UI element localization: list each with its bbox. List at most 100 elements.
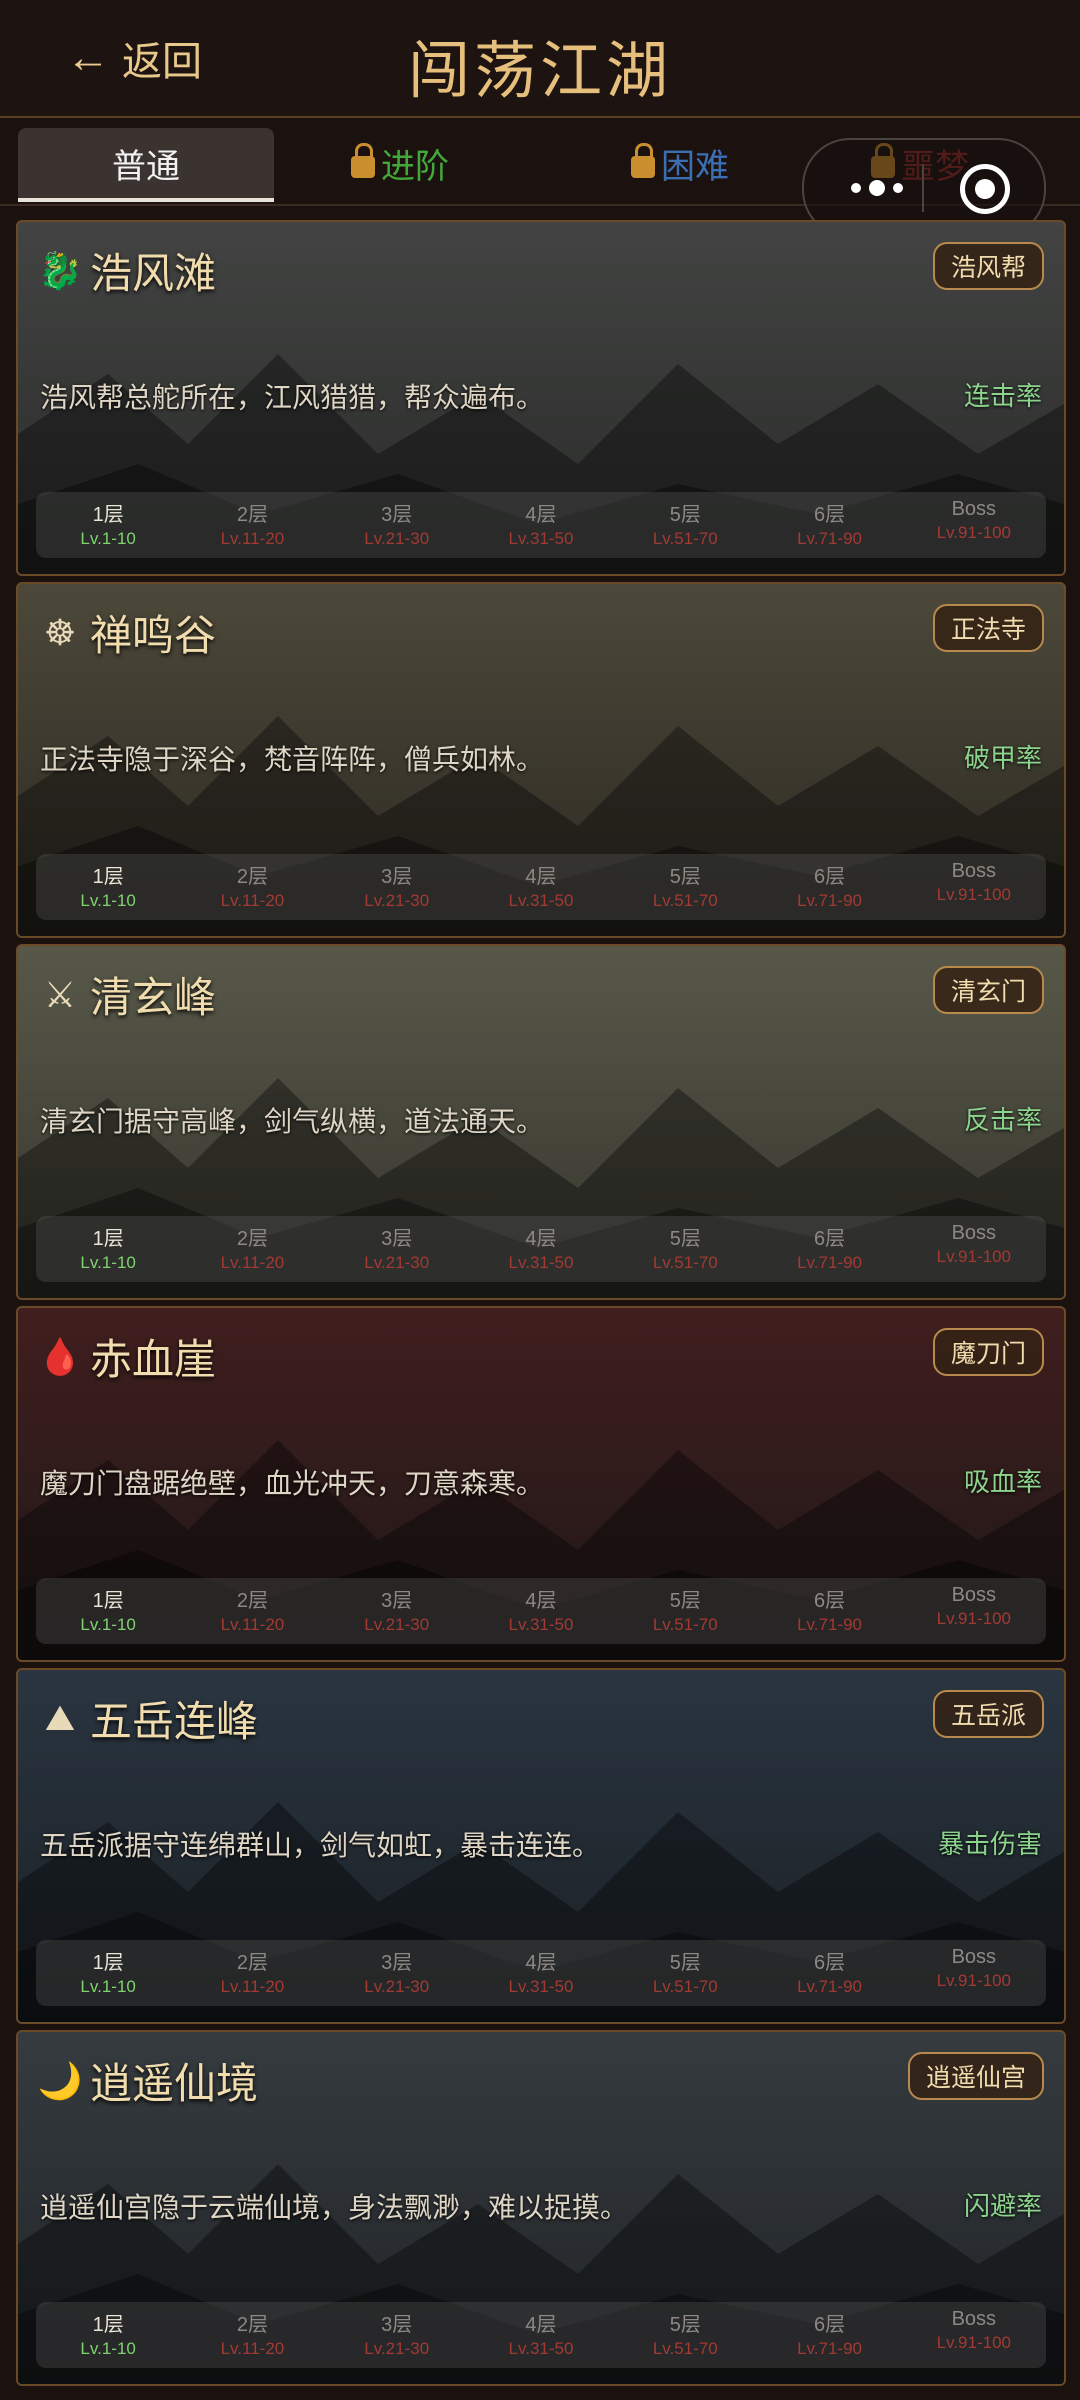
level-button[interactable]: 6层 Lv.71-90 bbox=[757, 1216, 901, 1282]
level-name: 2层 bbox=[236, 1228, 268, 1250]
level-button[interactable]: 5层 Lv.51-70 bbox=[613, 854, 757, 920]
level-name: 3层 bbox=[381, 504, 413, 526]
level-range: Lv.51-70 bbox=[652, 1253, 718, 1272]
level-button[interactable]: 2层 Lv.11-20 bbox=[180, 854, 324, 920]
level-name: 3层 bbox=[381, 2314, 413, 2336]
level-button[interactable]: Boss Lv.91-100 bbox=[902, 1940, 1046, 2006]
level-button[interactable]: 1层 Lv.1-10 bbox=[36, 854, 180, 920]
level-name: 2层 bbox=[236, 1952, 268, 1974]
level-button[interactable]: 5层 Lv.51-70 bbox=[613, 2302, 757, 2368]
level-selector: 1层 Lv.1-10 2层 Lv.11-20 3层 Lv.21-30 4层 Lv.31-50 5… bbox=[36, 1578, 1046, 1644]
level-button[interactable]: 5层 Lv.51-70 bbox=[613, 1578, 757, 1644]
level-button[interactable]: 1层 Lv.1-10 bbox=[36, 1216, 180, 1282]
region-card[interactable]: ⛰ 五岳连峰 五岳派 五岳派据守连绵群山，剑气如虹，暴击连连。 暴击伤害 1层 Lv.1-1… bbox=[16, 1668, 1066, 2024]
lock-icon bbox=[351, 143, 375, 178]
level-range: Lv.21-30 bbox=[364, 1253, 430, 1272]
region-heading: ⛰ 五岳连峰 bbox=[38, 1688, 258, 1749]
region-card[interactable]: ☸ 禅鸣谷 正法寺 正法寺隐于深谷，梵音阵阵，僧兵如林。 破甲率 1层 Lv.1-10 2层 L… bbox=[16, 582, 1066, 938]
region-description: 魔刀门盘踞绝壁，血光冲天，刀意森寒。 bbox=[40, 1468, 545, 1499]
level-button[interactable]: Boss Lv.91-100 bbox=[902, 1578, 1046, 1644]
level-button[interactable]: 4层 Lv.31-50 bbox=[469, 1578, 613, 1644]
level-button[interactable]: Boss Lv.91-100 bbox=[902, 1216, 1046, 1282]
tab-2[interactable]: 困难 bbox=[580, 128, 780, 198]
level-button[interactable]: 4层 Lv.31-50 bbox=[469, 492, 613, 558]
level-name: 3层 bbox=[381, 1590, 413, 1612]
region-heading: 🩸 赤血崖 bbox=[38, 1326, 216, 1387]
level-name: 1层 bbox=[92, 504, 124, 526]
level-button[interactable]: 2层 Lv.11-20 bbox=[180, 492, 324, 558]
level-button[interactable]: 2层 Lv.11-20 bbox=[180, 1578, 324, 1644]
level-range: Lv.11-20 bbox=[220, 2339, 285, 2358]
tab-1[interactable]: 进阶 bbox=[300, 128, 500, 198]
faction-badge: 五岳派 bbox=[932, 1690, 1044, 1738]
level-button[interactable]: Boss Lv.91-100 bbox=[902, 2302, 1046, 2368]
level-selector: 1层 Lv.1-10 2层 Lv.11-20 3层 Lv.21-30 4层 Lv.31-50 5… bbox=[36, 492, 1046, 558]
level-button[interactable]: 4层 Lv.31-50 bbox=[469, 2302, 613, 2368]
level-button[interactable]: 3层 Lv.21-30 bbox=[325, 1940, 469, 2006]
level-button[interactable]: 2层 Lv.11-20 bbox=[180, 2302, 324, 2368]
level-button[interactable]: 6层 Lv.71-90 bbox=[757, 1940, 901, 2006]
level-button[interactable]: 3层 Lv.21-30 bbox=[325, 492, 469, 558]
region-name: 清玄峰 bbox=[90, 973, 217, 1022]
level-range: Lv.91-100 bbox=[936, 885, 1011, 904]
blood-drop-icon: 🩸 bbox=[37, 1335, 83, 1377]
level-name: 2层 bbox=[236, 2314, 268, 2336]
level-button[interactable]: 6层 Lv.71-90 bbox=[757, 1578, 901, 1644]
level-name: 2层 bbox=[236, 504, 268, 526]
close-program-button[interactable] bbox=[960, 164, 1010, 214]
level-button[interactable]: 4层 Lv.31-50 bbox=[469, 1216, 613, 1282]
crescent-moon-icon: 🌙 bbox=[37, 2059, 83, 2101]
level-name: 6层 bbox=[813, 1590, 846, 1612]
level-range: Lv.11-20 bbox=[220, 1977, 285, 1996]
level-name: Boss bbox=[951, 1222, 997, 1244]
level-button[interactable]: 1层 Lv.1-10 bbox=[36, 492, 180, 558]
level-button[interactable]: 4层 Lv.31-50 bbox=[469, 854, 613, 920]
dragon-icon: 🐉 bbox=[37, 249, 83, 291]
level-range: Lv.1-10 bbox=[80, 529, 136, 548]
level-range: Lv.51-70 bbox=[652, 891, 718, 910]
level-button[interactable]: 5层 Lv.51-70 bbox=[613, 1216, 757, 1282]
level-button[interactable]: 6层 Lv.71-90 bbox=[757, 854, 901, 920]
level-name: 1层 bbox=[92, 866, 124, 888]
lock-icon bbox=[631, 143, 655, 178]
region-card[interactable]: 🐉 浩风滩 浩风帮 浩风帮总舵所在，江风猎猎，帮众遍布。 连击率 1层 Lv.1-10 2层 L… bbox=[16, 220, 1066, 576]
level-range: Lv.1-10 bbox=[80, 1977, 136, 1996]
level-button[interactable]: 2层 Lv.11-20 bbox=[180, 1940, 324, 2006]
bonus-attribute: 连击率 bbox=[963, 381, 1042, 411]
level-range: Lv.51-70 bbox=[652, 1977, 718, 1996]
level-range: Lv.31-50 bbox=[508, 529, 574, 548]
level-range: Lv.91-100 bbox=[936, 1971, 1011, 1990]
level-range: Lv.21-30 bbox=[364, 891, 430, 910]
region-description: 五岳派据守连绵群山，剑气如虹，暴击连连。 bbox=[40, 1830, 601, 1861]
level-range: Lv.71-90 bbox=[797, 1615, 862, 1634]
level-name: 5层 bbox=[669, 1952, 701, 1974]
level-button[interactable]: 3层 Lv.21-30 bbox=[325, 854, 469, 920]
level-button[interactable]: 3层 Lv.21-30 bbox=[325, 1578, 469, 1644]
level-button[interactable]: 1层 Lv.1-10 bbox=[36, 1578, 180, 1644]
level-button[interactable]: Boss Lv.91-100 bbox=[902, 492, 1046, 558]
region-card[interactable]: 🩸 赤血崖 魔刀门 魔刀门盘踞绝壁，血光冲天，刀意森寒。 吸血率 1层 Lv.1-10 2层 L… bbox=[16, 1306, 1066, 1662]
level-button[interactable]: 1层 Lv.1-10 bbox=[36, 1940, 180, 2006]
level-range: Lv.21-30 bbox=[364, 529, 430, 548]
level-button[interactable]: 3层 Lv.21-30 bbox=[325, 2302, 469, 2368]
level-name: 1层 bbox=[92, 1590, 124, 1612]
level-button[interactable]: 4层 Lv.31-50 bbox=[469, 1940, 613, 2006]
level-button[interactable]: 5层 Lv.51-70 bbox=[613, 1940, 757, 2006]
level-button[interactable]: Boss Lv.91-100 bbox=[902, 854, 1046, 920]
level-name: 1层 bbox=[92, 1952, 124, 1974]
level-button[interactable]: 2层 Lv.11-20 bbox=[180, 1216, 324, 1282]
region-name: 逍遥仙境 bbox=[90, 2059, 259, 2108]
level-button[interactable]: 1层 Lv.1-10 bbox=[36, 2302, 180, 2368]
level-name: 4层 bbox=[525, 866, 557, 888]
faction-badge: 逍遥仙宫 bbox=[907, 2052, 1044, 2100]
tab-0[interactable]: 普通 bbox=[18, 128, 274, 202]
level-button[interactable]: 5层 Lv.51-70 bbox=[613, 492, 757, 558]
region-card[interactable]: 🌙 逍遥仙境 逍遥仙宫 逍遥仙宫隐于云端仙境，身法飘渺，难以捉摸。 闪避率 1层 Lv.1-… bbox=[16, 2030, 1066, 2386]
level-name: Boss bbox=[951, 860, 997, 882]
level-button[interactable]: 3层 Lv.21-30 bbox=[325, 1216, 469, 1282]
more-menu-button[interactable] bbox=[834, 170, 920, 206]
region-card[interactable]: ⚔ 清玄峰 清玄门 清玄门据守高峰，剑气纵横，道法通天。 反击率 1层 Lv.1-10 2层 L… bbox=[16, 944, 1066, 1300]
level-range: Lv.71-90 bbox=[797, 529, 862, 548]
level-button[interactable]: 6层 Lv.71-90 bbox=[757, 492, 901, 558]
level-button[interactable]: 6层 Lv.71-90 bbox=[757, 2302, 901, 2368]
